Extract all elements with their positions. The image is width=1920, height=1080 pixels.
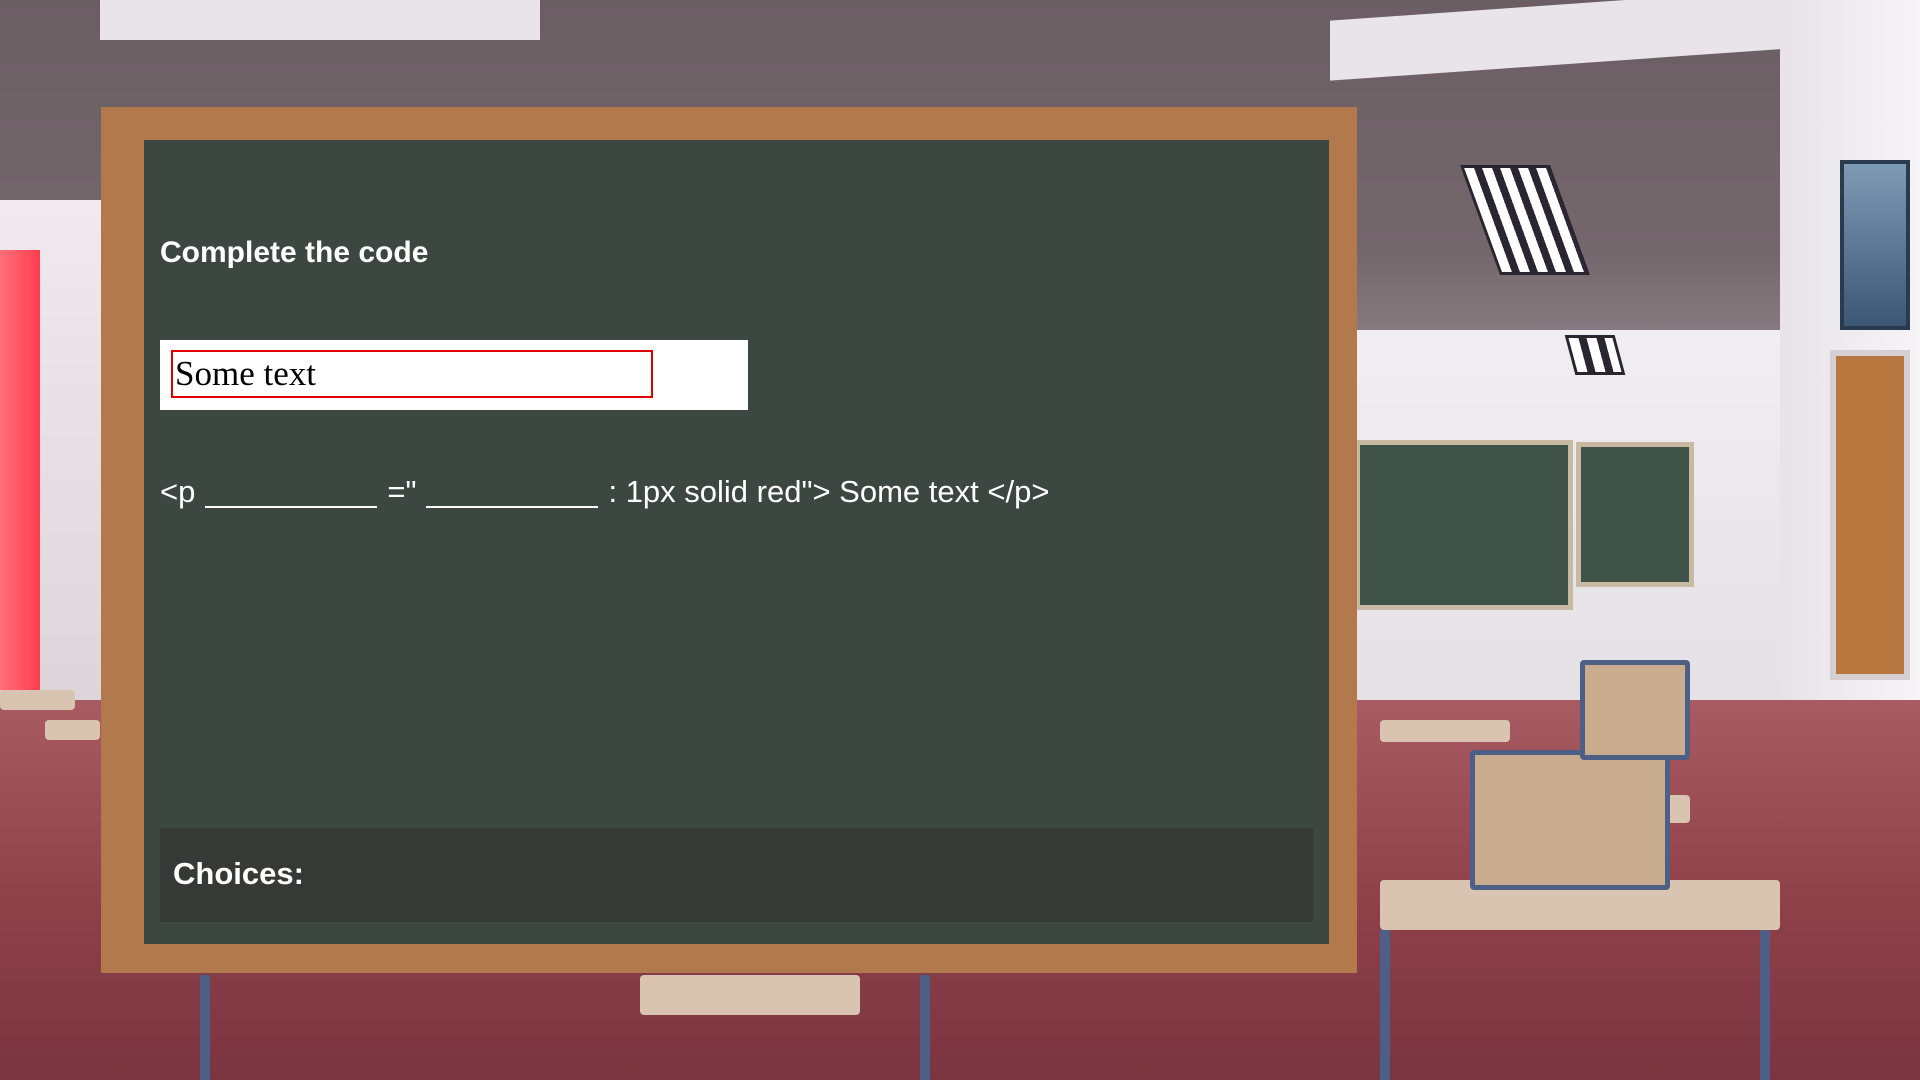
desk xyxy=(1380,720,1510,742)
blank-slot-attribute[interactable] xyxy=(205,476,378,508)
back-chalkboard xyxy=(1355,440,1573,610)
blank-slot-property[interactable] xyxy=(426,476,599,508)
preview-paragraph: Some text xyxy=(171,350,653,398)
chair xyxy=(1580,660,1690,760)
code-rest: : 1px solid red"> Some text </p> xyxy=(608,474,1050,509)
desk xyxy=(640,975,860,1015)
code-snippet: <p =" : 1px solid red"> Some text </p> xyxy=(160,470,1049,514)
code-open-tag: <p xyxy=(160,474,196,509)
choices-label: Choices: xyxy=(173,856,304,891)
render-preview: Some text xyxy=(160,340,748,410)
ceiling-light xyxy=(1564,335,1626,375)
chair xyxy=(1470,750,1670,890)
desk-leg xyxy=(920,975,930,1080)
bulletin-board xyxy=(1830,350,1910,680)
question-title: Complete the code xyxy=(160,236,429,269)
choices-panel: Choices: xyxy=(160,828,1313,922)
desk-leg xyxy=(1380,930,1390,1080)
desk-leg xyxy=(1760,930,1770,1080)
curtain xyxy=(0,250,40,690)
desk xyxy=(0,690,75,710)
desk xyxy=(45,720,100,740)
code-equals-quote: =" xyxy=(387,474,417,509)
window xyxy=(1840,160,1910,330)
desk-leg xyxy=(200,975,210,1080)
ceiling-beam xyxy=(100,0,540,40)
back-chalkboard xyxy=(1576,442,1694,587)
